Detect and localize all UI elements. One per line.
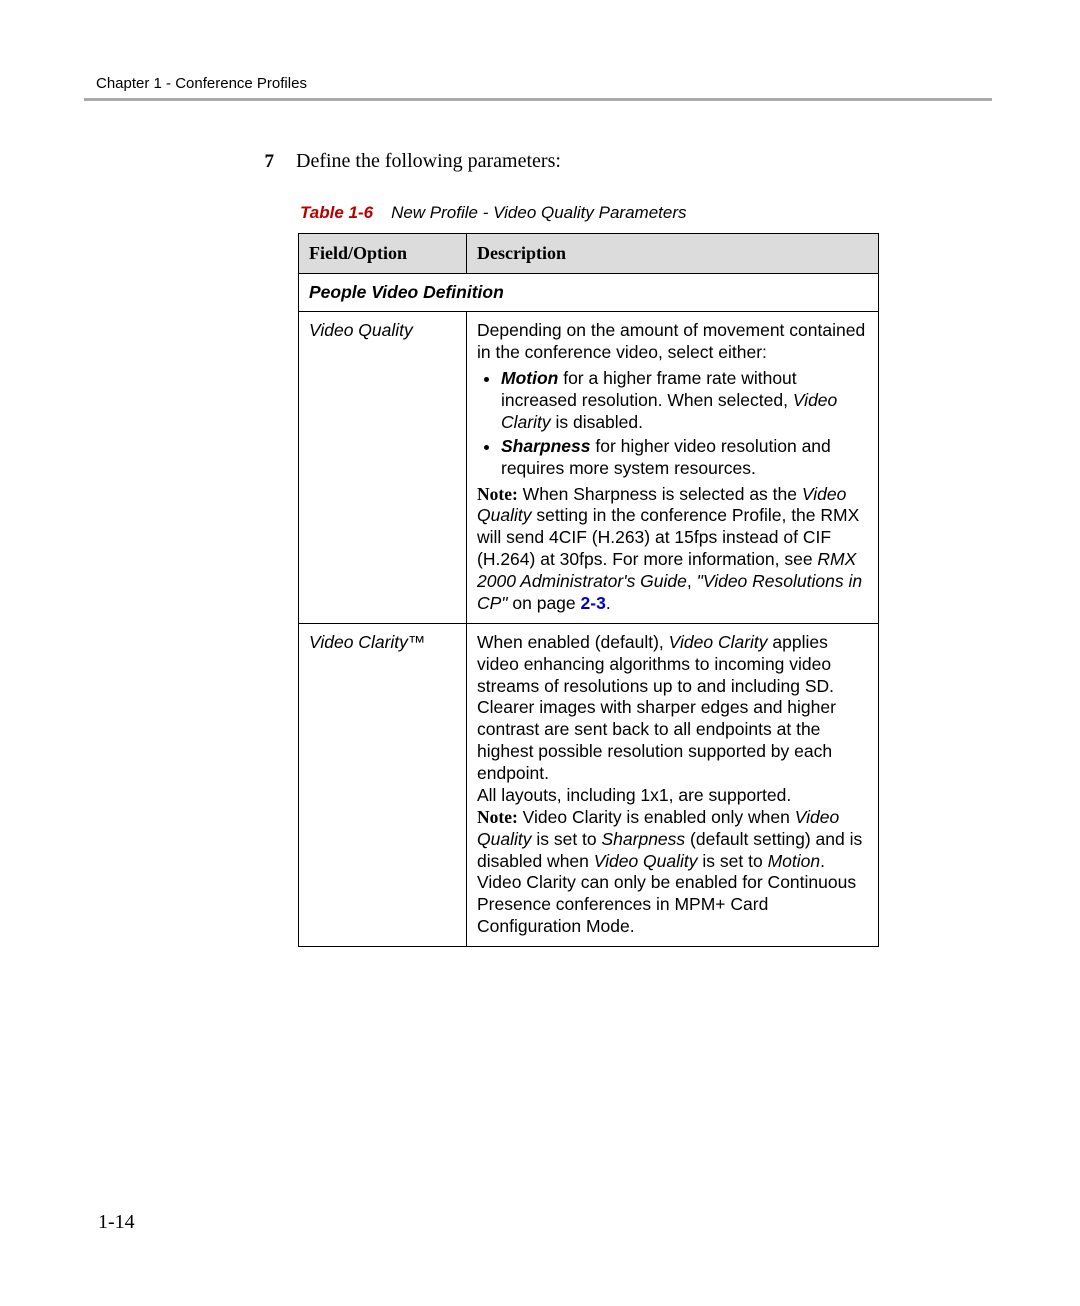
vc-p1: When enabled (default), Video Clarity ap… — [477, 632, 868, 785]
vq-sharpness-lead: Sharpness — [501, 436, 590, 456]
vq-option-motion: Motion for a higher frame rate without i… — [501, 368, 868, 434]
caption-text: New Profile - Video Quality Parameters — [391, 203, 686, 222]
table-header-row: Field/Option Description — [299, 234, 879, 274]
vc-n-e: . — [820, 851, 825, 871]
header-divider — [84, 98, 992, 101]
vc-p4: Video Clarity can only be enabled for Co… — [477, 872, 868, 938]
step-row: 7 Define the following parameters: — [258, 150, 898, 173]
vc-n-motion: Motion — [768, 851, 821, 871]
table-row: Video Quality Depending on the amount of… — [299, 312, 879, 623]
vq-motion-text-b: is disabled. — [551, 412, 643, 432]
vq-note-b: setting in the conference Profile, the R… — [477, 505, 859, 569]
chapter-header: Chapter 1 - Conference Profiles — [96, 75, 307, 92]
vc-p1-vc: Video Clarity — [669, 632, 768, 652]
step-number: 7 — [258, 151, 274, 173]
table-caption: Table 1-6 New Profile - Video Quality Par… — [258, 203, 898, 223]
desc-video-quality: Depending on the amount of movement cont… — [467, 312, 879, 623]
vc-n-a: Video Clarity is enabled only when — [518, 807, 795, 827]
vc-p1-a: When enabled (default), — [477, 632, 669, 652]
section-header-row: People Video Definition — [299, 273, 879, 312]
field-video-quality: Video Quality — [299, 312, 467, 623]
caption-label: Table 1-6 — [300, 203, 373, 222]
vc-n-sharp: Sharpness — [602, 829, 686, 849]
vc-note-label: Note: — [477, 807, 518, 827]
header-description: Description — [467, 234, 879, 274]
desc-video-clarity: When enabled (default), Video Clarity ap… — [467, 623, 879, 946]
vq-intro: Depending on the amount of movement cont… — [477, 320, 865, 362]
field-video-clarity: Video Clarity™ — [299, 623, 467, 946]
vq-note-c: , — [687, 571, 697, 591]
vc-n-b: is set to — [531, 829, 601, 849]
step-text: Define the following parameters: — [296, 150, 561, 173]
page-number: 1-14 — [98, 1211, 135, 1234]
vc-note: Note: Video Clarity is enabled only when… — [477, 807, 868, 873]
vq-note-pageref[interactable]: 2-3 — [581, 593, 606, 613]
vc-p2: All layouts, including 1x1, are supporte… — [477, 785, 868, 807]
vq-note-a: When Sharpness is selected as the — [518, 484, 802, 504]
content-area: 7 Define the following parameters: Table… — [258, 150, 898, 947]
vc-n-vq2: Video Quality — [594, 851, 698, 871]
table-row: Video Clarity™ When enabled (default), V… — [299, 623, 879, 946]
vq-option-sharpness: Sharpness for higher video resolution an… — [501, 436, 868, 480]
parameters-table: Field/Option Description People Video De… — [298, 233, 879, 947]
vq-note-d: on page — [508, 593, 581, 613]
vc-p1-b: applies video enhancing algorithms to in… — [477, 632, 836, 783]
page: Chapter 1 - Conference Profiles 7 Define… — [0, 0, 1080, 1306]
vq-note-label: Note: — [477, 484, 518, 504]
vq-options-list: Motion for a higher frame rate without i… — [477, 368, 868, 479]
section-header: People Video Definition — [299, 273, 879, 312]
header-field: Field/Option — [299, 234, 467, 274]
vq-motion-lead: Motion — [501, 368, 558, 388]
vc-n-d: is set to — [698, 851, 768, 871]
vq-note-e: . — [606, 593, 611, 613]
